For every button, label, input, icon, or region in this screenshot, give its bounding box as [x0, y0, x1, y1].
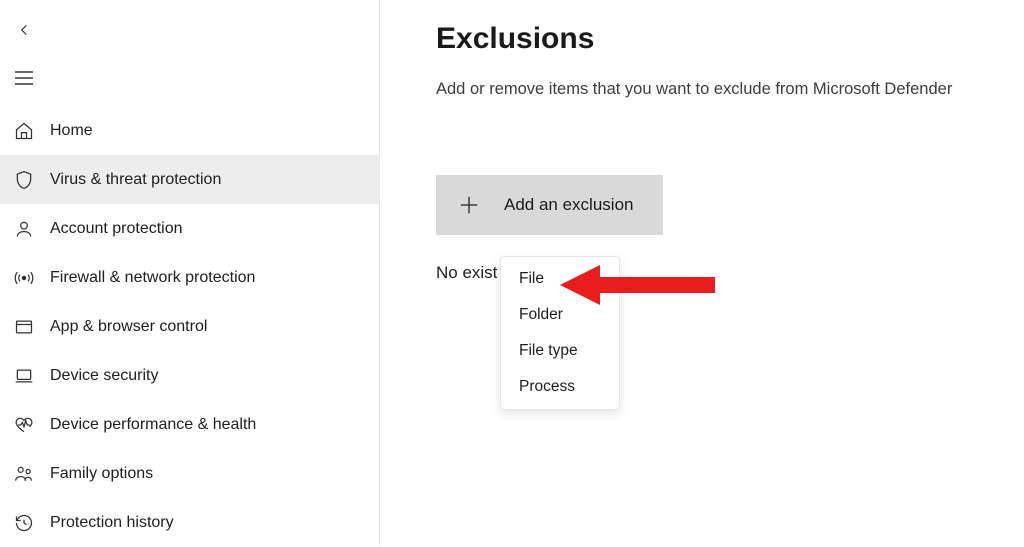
home-icon — [12, 119, 36, 143]
sidebar-item-label: Home — [50, 122, 93, 140]
sidebar-item-performance[interactable]: Device performance & health — [0, 400, 379, 449]
dropdown-item-folder[interactable]: Folder — [501, 297, 619, 333]
family-icon — [12, 462, 36, 486]
sidebar-item-firewall[interactable]: Firewall & network protection — [0, 253, 379, 302]
sidebar-item-device-security[interactable]: Device security — [0, 351, 379, 400]
menu-icon — [15, 71, 33, 85]
sidebar-item-label: Protection history — [50, 514, 174, 532]
add-exclusion-button[interactable]: Add an exclusion — [436, 175, 663, 235]
window-icon — [12, 315, 36, 339]
sidebar-item-family[interactable]: Family options — [0, 449, 379, 498]
sidebar-item-label: Device security — [50, 367, 158, 385]
main-content: Exclusions Add or remove items that you … — [380, 0, 1024, 545]
dropdown-item-process[interactable]: Process — [501, 369, 619, 405]
back-button[interactable] — [4, 12, 44, 48]
heart-icon — [12, 413, 36, 437]
page-subtitle: Add or remove items that you want to exc… — [436, 78, 1024, 101]
sidebar-item-history[interactable]: Protection history — [0, 498, 379, 547]
sidebar-item-label: Virus & threat protection — [50, 171, 221, 189]
menu-button[interactable] — [4, 60, 44, 96]
sidebar: Home Virus & threat protection Account p… — [0, 0, 380, 545]
sidebar-item-label: Device performance & health — [50, 416, 256, 434]
sidebar-item-virus-threat[interactable]: Virus & threat protection — [0, 155, 379, 204]
sidebar-item-label: Firewall & network protection — [50, 269, 255, 287]
add-exclusion-label: Add an exclusion — [504, 195, 633, 215]
page-title: Exclusions — [436, 22, 1024, 56]
sidebar-item-account[interactable]: Account protection — [0, 204, 379, 253]
nav-list: Home Virus & threat protection Account p… — [0, 106, 379, 547]
laptop-icon — [12, 364, 36, 388]
sidebar-item-label: Account protection — [50, 220, 183, 238]
shield-icon — [12, 168, 36, 192]
person-icon — [12, 217, 36, 241]
plus-icon — [458, 194, 480, 216]
exclusion-type-dropdown: File Folder File type Process — [500, 256, 620, 410]
history-icon — [12, 511, 36, 535]
arrow-left-icon — [15, 21, 33, 39]
sidebar-item-label: Family options — [50, 465, 153, 483]
sidebar-item-app-browser[interactable]: App & browser control — [0, 302, 379, 351]
dropdown-item-file[interactable]: File — [501, 261, 619, 297]
dropdown-item-filetype[interactable]: File type — [501, 333, 619, 369]
sidebar-item-label: App & browser control — [50, 318, 207, 336]
sidebar-item-home[interactable]: Home — [0, 106, 379, 155]
broadcast-icon — [12, 266, 36, 290]
